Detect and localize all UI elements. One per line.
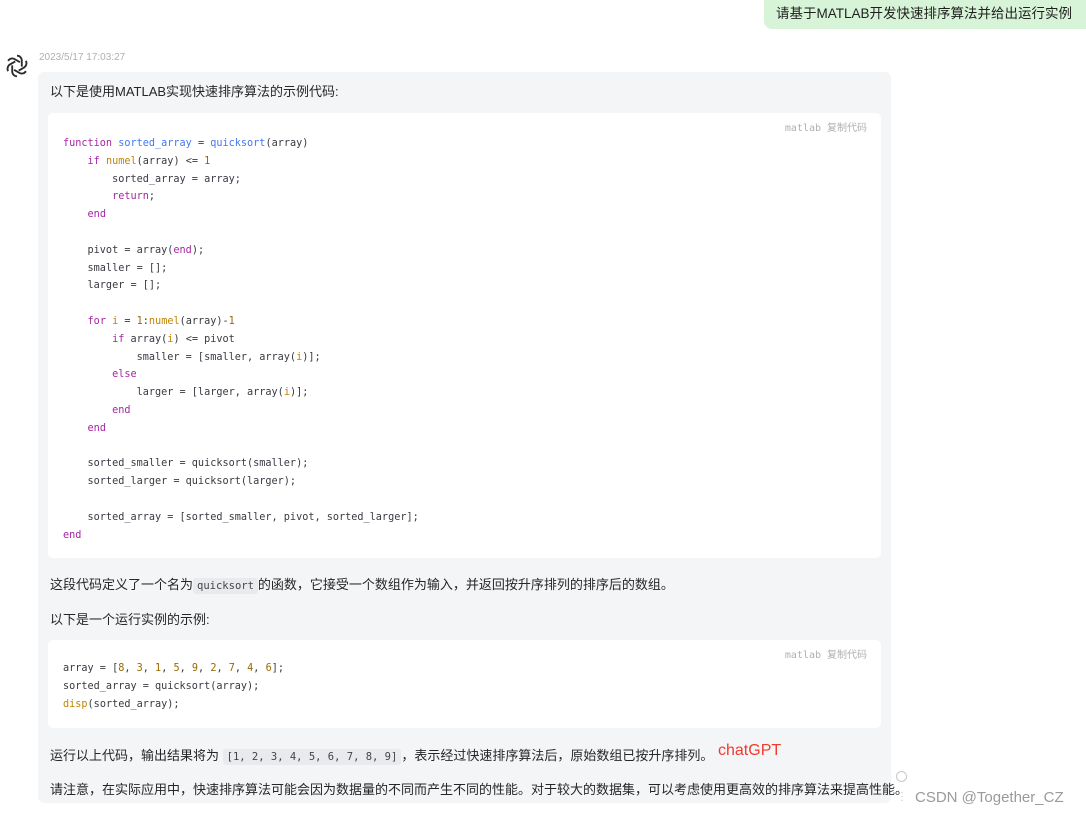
user-message-bubble: 请基于MATLAB开发快速排序算法并给出运行实例 bbox=[763, 0, 1086, 29]
explanation-text: 的函数，它接受一个数组作为输入，并返回按升序排列的排序后的数组。 bbox=[257, 577, 674, 592]
code-line: end bbox=[87, 422, 106, 434]
code-line: smaller = []; bbox=[63, 262, 168, 274]
code-line: sorted_array = array; bbox=[63, 173, 241, 185]
code-line: if array(i) <= pivot bbox=[112, 333, 235, 345]
code-content: function sorted_array = quicksort(array)… bbox=[63, 135, 419, 544]
code-line: return; bbox=[112, 191, 156, 203]
answer-more-icon[interactable]: · · · bbox=[900, 788, 904, 806]
result-explanation: 运行以上代码，输出结果将为 [1, 2, 3, 4, 5, 6, 7, 8, 9… bbox=[50, 745, 714, 765]
code-line: end bbox=[63, 529, 82, 541]
code-line: larger = []; bbox=[63, 280, 162, 292]
code-block-quicksort: matlab 复制代码 function sorted_array = quick… bbox=[48, 113, 881, 558]
code-lang-label: matlab bbox=[784, 650, 821, 661]
performance-note: 请注意，在实际应用中，快速排序算法可能会因为数据量的不同而产生不同的性能。对于较… bbox=[50, 782, 909, 797]
code-line: else bbox=[112, 369, 137, 381]
code-line: function sorted_array = quicksort(array) bbox=[63, 138, 309, 149]
inline-code-quicksort: quicksort bbox=[193, 578, 258, 594]
circle-icon[interactable] bbox=[896, 771, 907, 782]
code-content: array = [8, 3, 1, 5, 9, 2, 7, 4, 6]; sor… bbox=[63, 660, 284, 713]
chatgpt-annotation: chatGPT bbox=[718, 742, 782, 759]
message-timestamp: 2023/5/17 17:03:27 bbox=[39, 52, 126, 63]
openai-logo-icon bbox=[6, 54, 28, 78]
code-line: pivot = array(end); bbox=[63, 244, 205, 256]
copy-code-button[interactable]: 复制代码 bbox=[827, 650, 867, 661]
code-block-header: matlab 复制代码 bbox=[785, 119, 867, 134]
code-line: array = [8, 3, 1, 5, 9, 2, 7, 4, 6]; bbox=[63, 663, 284, 674]
code-line: disp(sorted_array); bbox=[63, 698, 180, 710]
code-line: sorted_smaller = quicksort(smaller); bbox=[63, 458, 309, 470]
code-lang-label: matlab bbox=[784, 123, 821, 134]
code-line: sorted_array = [sorted_smaller, pivot, s… bbox=[63, 511, 419, 523]
csdn-watermark: CSDN @Together_CZ bbox=[915, 789, 1064, 806]
copy-code-button[interactable]: 复制代码 bbox=[827, 123, 867, 134]
result-text: 运行以上代码，输出结果将为 bbox=[50, 748, 220, 763]
result-text: ，表示经过快速排序算法后，原始数组已按升序排列。 bbox=[401, 748, 714, 763]
code-line: smaller = [smaller, array(i)]; bbox=[63, 351, 321, 363]
answer-explanation: 这段代码定义了一个名为 quicksort 的函数，它接受一个数组作为输入，并返回按… bbox=[50, 574, 674, 594]
chat-page: ··· 请基于MATLAB开发快速排序算法并给出运行实例 2023/5/17 1… bbox=[0, 0, 1086, 816]
assistant-answer: 以下是使用MATLAB实现快速排序算法的示例代码: matlab 复制代码 fun… bbox=[38, 72, 908, 803]
code-line: sorted_array = quicksort(array); bbox=[63, 680, 260, 692]
code-line: for i = 1:numel(array)-1 bbox=[87, 315, 235, 327]
code-block-example: matlab 复制代码 array = [8, 3, 1, 5, 9, 2, 7,… bbox=[48, 640, 881, 728]
inline-code-result: [1, 2, 3, 4, 5, 6, 7, 8, 9] bbox=[222, 749, 402, 765]
answer-intro: 以下是使用MATLAB实现快速排序算法的示例代码: bbox=[50, 84, 339, 99]
explanation-text: 这段代码定义了一个名为 bbox=[50, 577, 194, 592]
code-line: end bbox=[87, 209, 106, 221]
code-block-header: matlab 复制代码 bbox=[785, 646, 867, 661]
code-line: if numel(array) <= 1 bbox=[87, 155, 211, 167]
code-line: sorted_larger = quicksort(larger); bbox=[63, 476, 297, 488]
code-line: end bbox=[112, 404, 131, 416]
example-intro: 以下是一个运行实例的示例: bbox=[50, 612, 210, 627]
code-line: larger = [larger, array(i)]; bbox=[63, 387, 309, 399]
